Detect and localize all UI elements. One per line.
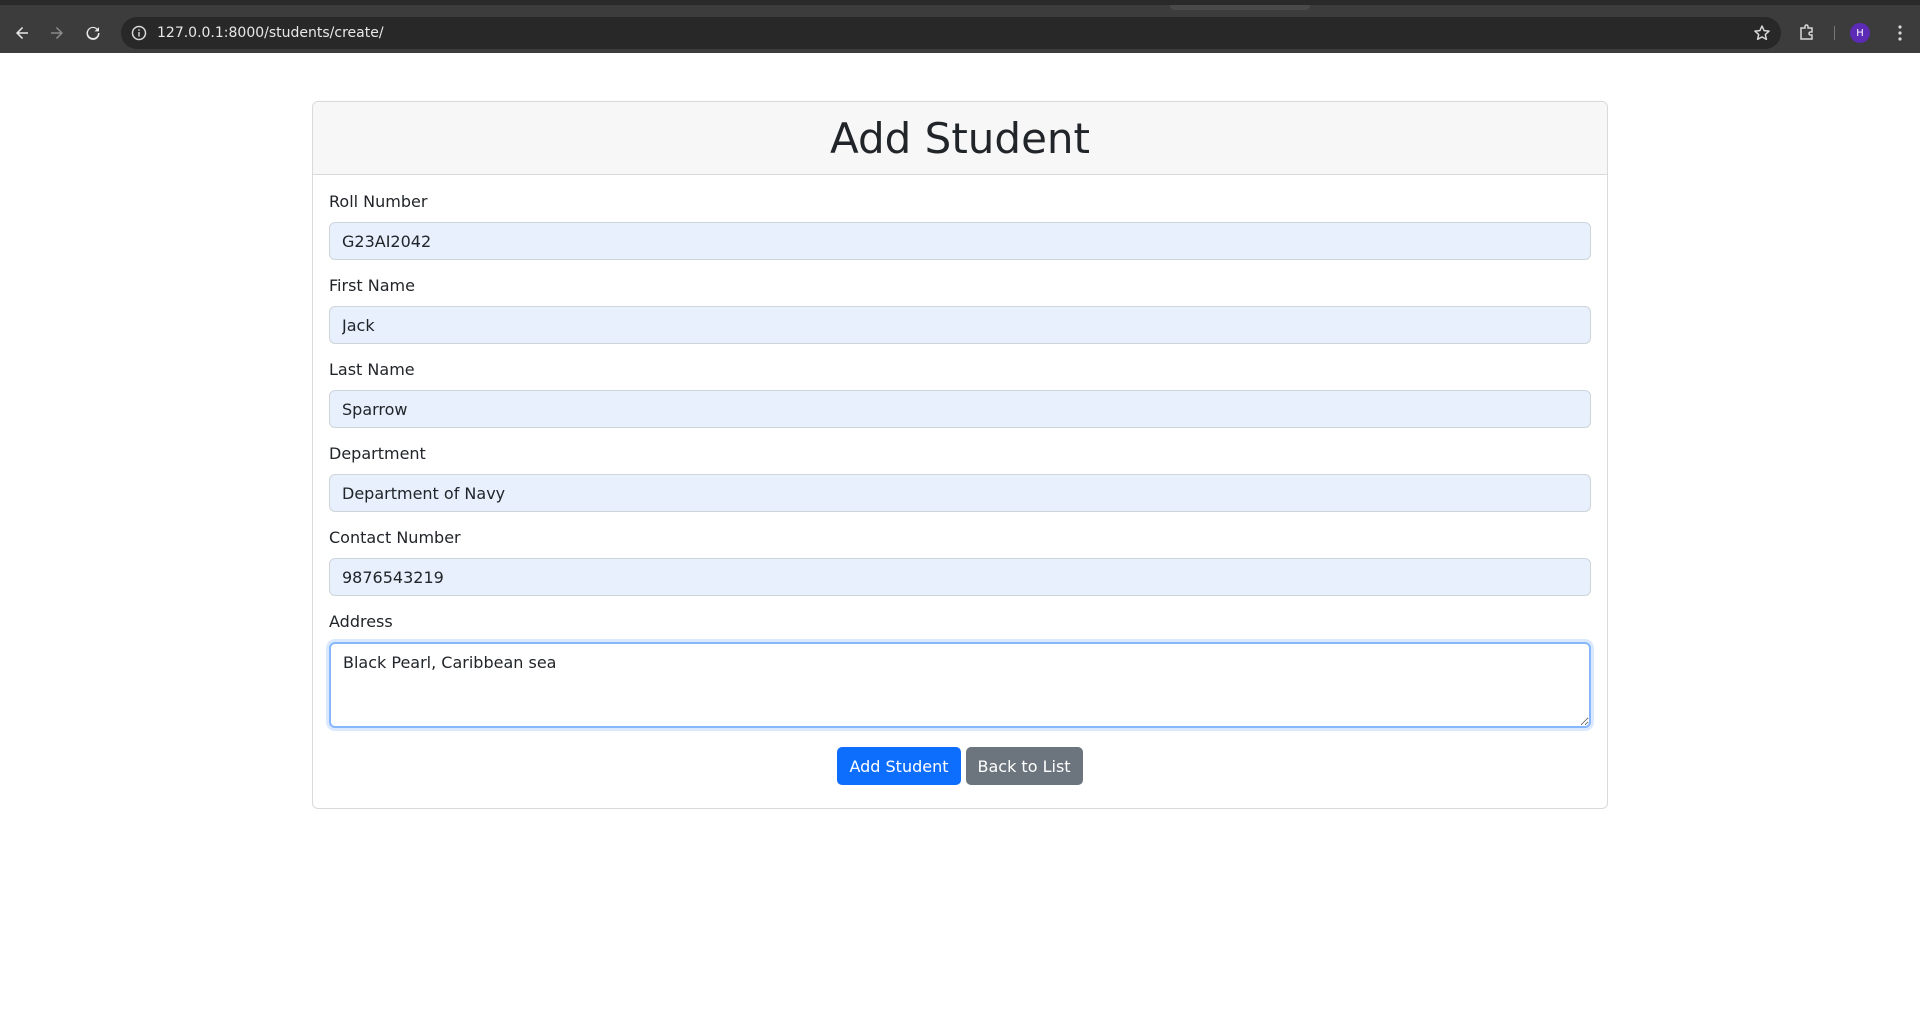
- browser-toolbar: 127.0.0.1:8000/students/create/ H: [0, 0, 1920, 53]
- roll-number-group: Roll Number: [329, 192, 1591, 260]
- last-name-group: Last Name: [329, 360, 1591, 428]
- department-group: Department: [329, 444, 1591, 512]
- site-info-icon[interactable]: [131, 25, 147, 41]
- department-input[interactable]: [329, 474, 1591, 512]
- student-form: Roll Number First Name Last Name Departm…: [313, 175, 1607, 785]
- toolbar-divider: [1834, 26, 1835, 40]
- first-name-label: First Name: [329, 276, 415, 295]
- forward-icon[interactable]: [43, 19, 71, 47]
- card-header: Add Student: [313, 102, 1607, 175]
- last-name-input[interactable]: [329, 390, 1591, 428]
- roll-number-input[interactable]: [329, 222, 1591, 260]
- profile-avatar[interactable]: H: [1850, 23, 1870, 43]
- address-group: Address Black Pearl, Caribbean sea: [329, 612, 1591, 733]
- form-actions: Add Student Back to List: [329, 747, 1591, 785]
- url-text[interactable]: 127.0.0.1:8000/students/create/: [157, 25, 384, 41]
- back-icon[interactable]: [8, 19, 36, 47]
- department-label: Department: [329, 444, 426, 463]
- address-textarea[interactable]: Black Pearl, Caribbean sea: [329, 642, 1591, 728]
- back-to-list-button[interactable]: Back to List: [965, 747, 1083, 785]
- reload-icon[interactable]: [79, 19, 107, 47]
- contact-number-group: Contact Number: [329, 528, 1591, 596]
- kebab-menu-icon[interactable]: [1890, 23, 1910, 43]
- roll-number-label: Roll Number: [329, 192, 428, 211]
- add-student-card: Add Student Roll Number First Name Last …: [312, 101, 1608, 809]
- last-name-label: Last Name: [329, 360, 415, 379]
- address-label: Address: [329, 612, 393, 631]
- address-bar[interactable]: 127.0.0.1:8000/students/create/: [121, 17, 1781, 49]
- contact-number-label: Contact Number: [329, 528, 461, 547]
- first-name-group: First Name: [329, 276, 1591, 344]
- page-title: Add Student: [830, 113, 1090, 163]
- tab-strip: [1170, 5, 1310, 10]
- contact-number-input[interactable]: [329, 558, 1591, 596]
- bookmark-star-icon[interactable]: [1753, 24, 1771, 42]
- first-name-input[interactable]: [329, 306, 1591, 344]
- add-student-button[interactable]: Add Student: [837, 747, 961, 785]
- extensions-puzzle-icon[interactable]: [1797, 23, 1817, 43]
